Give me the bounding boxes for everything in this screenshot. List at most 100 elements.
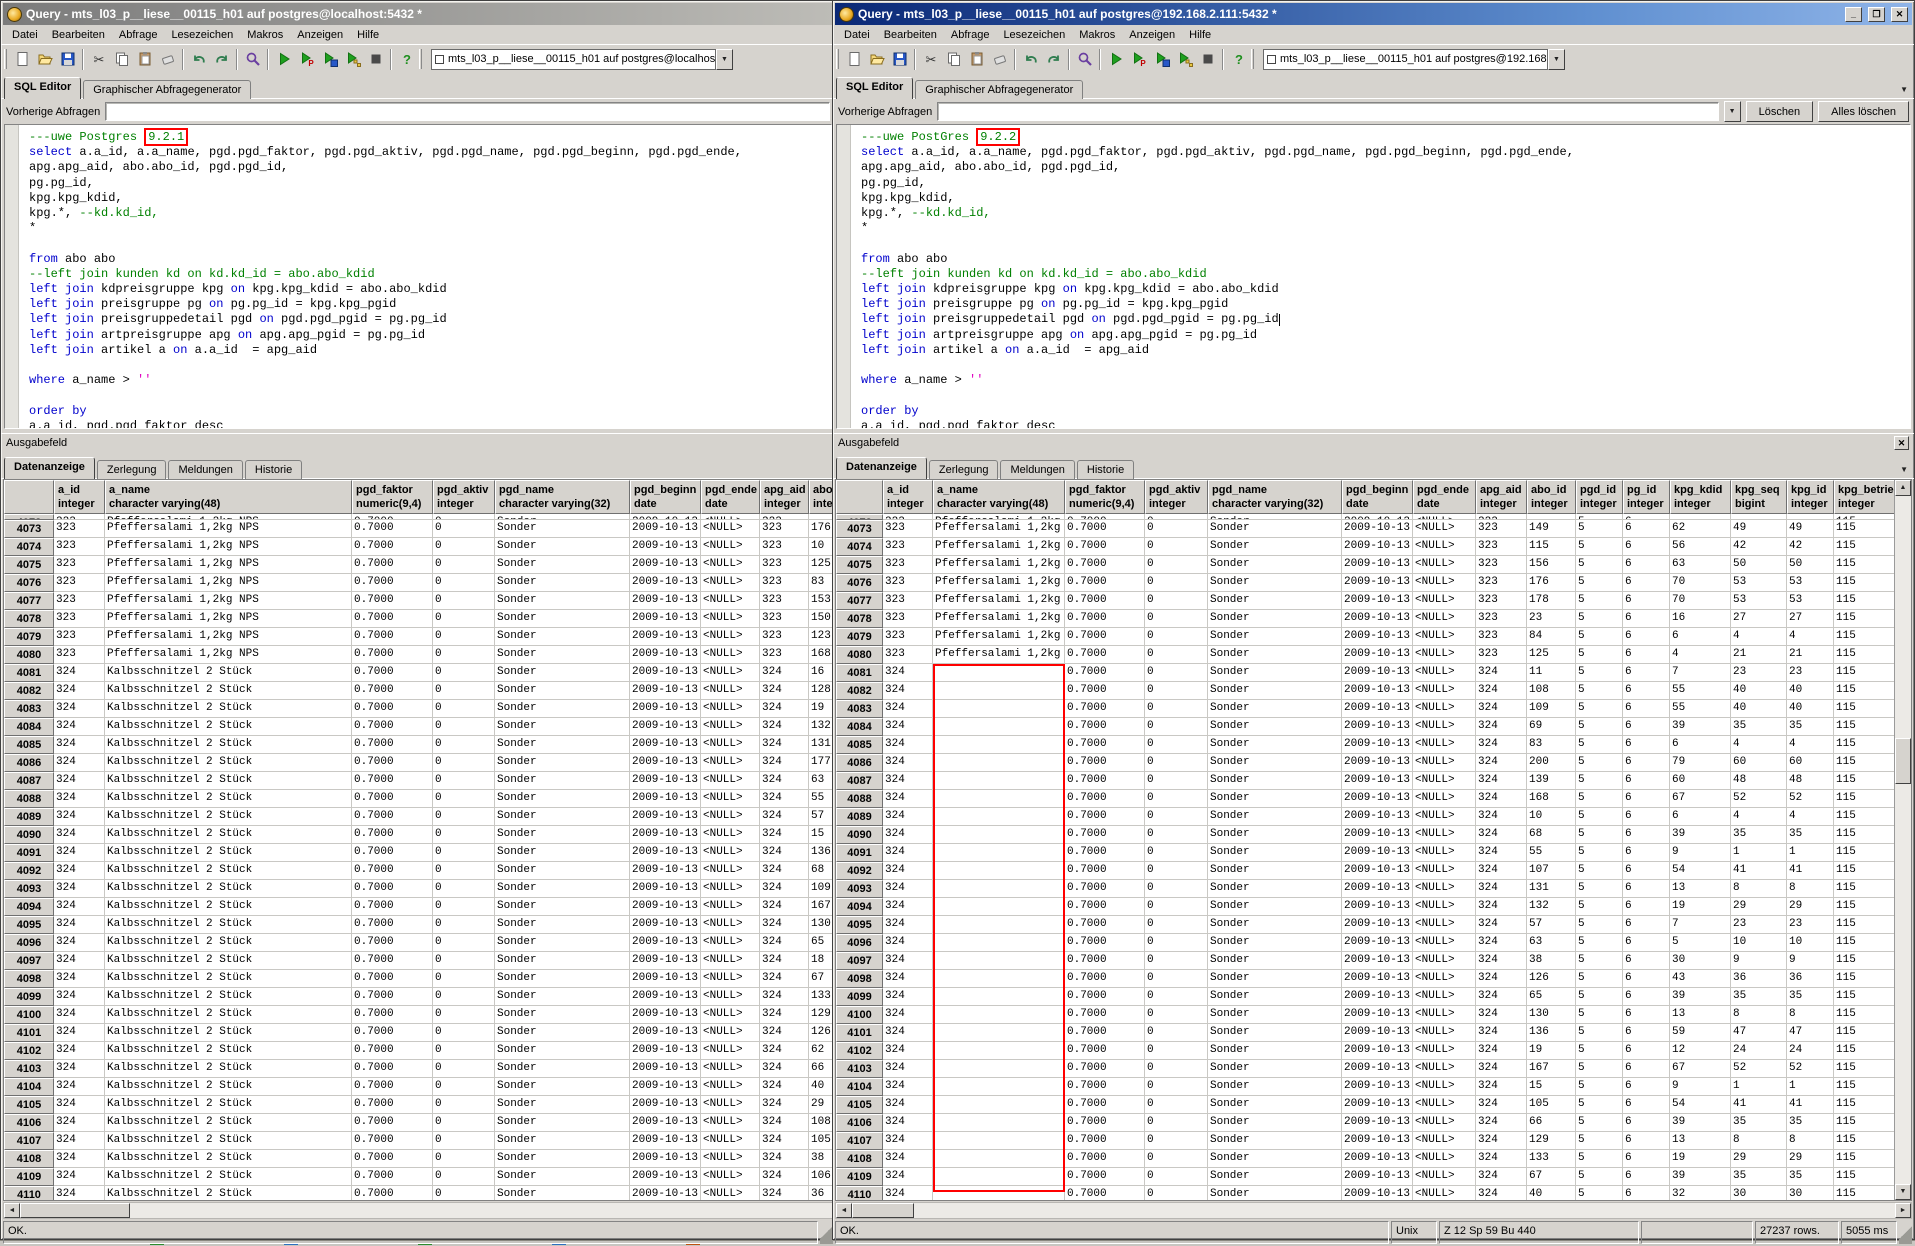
- cell-pgd_faktor[interactable]: 0.7000: [352, 826, 433, 844]
- cell-kpg_id[interactable]: 10: [1787, 934, 1834, 952]
- cell-a_name[interactable]: [933, 934, 1065, 952]
- cell-apg_aid[interactable]: 324: [1476, 700, 1527, 718]
- cell-a_id[interactable]: 324: [883, 808, 933, 826]
- cell-pgd_name[interactable]: Sonder: [495, 988, 630, 1006]
- cell-pgd_name[interactable]: Sonder: [1208, 1096, 1342, 1114]
- minimize-button[interactable]: _: [1845, 7, 1862, 22]
- tab-historie[interactable]: Historie: [1077, 460, 1134, 479]
- cell-kpg_kdid[interactable]: 6: [1670, 736, 1731, 754]
- previous-queries-dropdown-icon[interactable]: ▼: [1724, 101, 1741, 122]
- tab-meldungen[interactable]: Meldungen: [1000, 460, 1074, 479]
- cell-kpg_kdid[interactable]: 56: [1670, 538, 1731, 556]
- cell-pgd_ende[interactable]: <NULL>: [1413, 898, 1476, 916]
- cell-pgd_faktor[interactable]: 0.7000: [1065, 952, 1145, 970]
- cell-pgd_ende[interactable]: <NULL>: [1413, 808, 1476, 826]
- cell-abo_id[interactable]: 38: [1527, 952, 1576, 970]
- cell-abo_id[interactable]: 84: [1527, 628, 1576, 646]
- cell-a_name[interactable]: Kalbsschnitzel 2 Stück: [105, 808, 352, 826]
- cell-abo_id[interactable]: 131: [809, 736, 832, 754]
- cell-kpg_id[interactable]: 49: [1787, 520, 1834, 538]
- cell-kpg_kdid[interactable]: 59: [1670, 1024, 1731, 1042]
- undo-button[interactable]: [187, 48, 210, 71]
- cell-a_name[interactable]: [933, 790, 1065, 808]
- cell-pgd_ende[interactable]: <NULL>: [1413, 754, 1476, 772]
- cell-pgd_ende[interactable]: <NULL>: [1413, 1168, 1476, 1186]
- cell-pgd_ende[interactable]: <NULL>: [1413, 592, 1476, 610]
- cell-pgd_aktiv[interactable]: 0: [1145, 1060, 1208, 1078]
- cell-apg_aid[interactable]: 324: [1476, 970, 1527, 988]
- cell-pgd_name[interactable]: Sonder: [1208, 736, 1342, 754]
- cell-pgd_beginn[interactable]: 2009-10-13: [1342, 520, 1413, 538]
- cell-pg_id[interactable]: 6: [1623, 1186, 1670, 1201]
- output-close-icon[interactable]: ✕: [1894, 436, 1909, 450]
- cell-pgd_id[interactable]: 5: [1576, 1042, 1623, 1060]
- cell-a_name[interactable]: [933, 826, 1065, 844]
- cell-a_id[interactable]: 323: [883, 574, 933, 592]
- cell-kpg_seq[interactable]: 23: [1731, 664, 1787, 682]
- cell-pgd_aktiv[interactable]: 0: [1145, 538, 1208, 556]
- cell-a_id[interactable]: 323: [54, 520, 105, 538]
- cell-pgd_beginn[interactable]: 2009-10-13: [1342, 790, 1413, 808]
- cell-pgd_id[interactable]: 5: [1576, 1132, 1623, 1150]
- close-button[interactable]: ✕: [1891, 7, 1908, 22]
- cell-pgd_ende[interactable]: <NULL>: [701, 610, 760, 628]
- cell-a_id[interactable]: 324: [54, 826, 105, 844]
- cell-pgd_beginn[interactable]: 2009-10-13: [630, 592, 701, 610]
- cell-apg_aid[interactable]: 324: [1476, 808, 1527, 826]
- cell-kpg_kdid[interactable]: 7: [1670, 664, 1731, 682]
- cell-pgd_faktor[interactable]: 0.7000: [352, 934, 433, 952]
- cell-pgd_ende[interactable]: <NULL>: [701, 772, 760, 790]
- cell-pgd_faktor[interactable]: 0.7000: [1065, 520, 1145, 538]
- cell-pgd_name[interactable]: Sonder: [495, 1114, 630, 1132]
- cell-pgd_aktiv[interactable]: 0: [1145, 1024, 1208, 1042]
- cell-pgd_aktiv[interactable]: 0: [1145, 718, 1208, 736]
- cell-a_id[interactable]: 324: [883, 664, 933, 682]
- cell-pgd_id[interactable]: 5: [1576, 538, 1623, 556]
- cell-abo_id[interactable]: 83: [809, 574, 832, 592]
- cell-a_id[interactable]: 324: [883, 700, 933, 718]
- cell-a_name[interactable]: Pfeffersalami 1,2kg NPS: [933, 556, 1065, 574]
- cell-pg_id[interactable]: 6: [1623, 1168, 1670, 1186]
- cell-pgd_id[interactable]: 5: [1576, 898, 1623, 916]
- cell-pgd_beginn[interactable]: 2009-10-13: [630, 574, 701, 592]
- cell-a_id[interactable]: 323: [54, 574, 105, 592]
- cell-kpg_betrieb[interactable]: 115: [1834, 1132, 1902, 1150]
- menu-datei[interactable]: Datei: [837, 27, 877, 43]
- row-number[interactable]: 4083: [4, 700, 54, 718]
- cell-kpg_id[interactable]: 35: [1787, 1114, 1834, 1132]
- row-number[interactable]: 4094: [4, 898, 54, 916]
- row-number[interactable]: 4087: [836, 772, 883, 790]
- cell-apg_aid[interactable]: 324: [1476, 1150, 1527, 1168]
- cell-a_name[interactable]: Kalbsschnitzel 2 Stück: [105, 736, 352, 754]
- cell-apg_aid[interactable]: 323: [760, 556, 809, 574]
- cell-pgd_faktor[interactable]: 0.7000: [1065, 1060, 1145, 1078]
- cell-pgd_name[interactable]: Sonder: [1208, 574, 1342, 592]
- cell-pgd_aktiv[interactable]: 0: [1145, 520, 1208, 538]
- cell-a_name[interactable]: [933, 844, 1065, 862]
- cell-abo_id[interactable]: 62: [809, 1042, 832, 1060]
- cell-abo_id[interactable]: 107: [1527, 862, 1576, 880]
- cell-a_id[interactable]: 324: [54, 664, 105, 682]
- cell-pgd_ende[interactable]: <NULL>: [701, 1114, 760, 1132]
- cell-pgd_beginn[interactable]: 2009-10-13: [630, 1150, 701, 1168]
- löschen-button[interactable]: Löschen: [1746, 101, 1814, 122]
- cell-pg_id[interactable]: 6: [1623, 736, 1670, 754]
- cell-pgd_ende[interactable]: <NULL>: [1413, 664, 1476, 682]
- cell-pgd_faktor[interactable]: 0.7000: [1065, 1078, 1145, 1096]
- cell-pgd_faktor[interactable]: 0.7000: [1065, 646, 1145, 664]
- grid-corner[interactable]: [4, 480, 54, 514]
- row-number[interactable]: 4086: [836, 754, 883, 772]
- row-number[interactable]: 4097: [836, 952, 883, 970]
- cell-kpg_betrieb[interactable]: 115: [1834, 592, 1902, 610]
- cell-abo_id[interactable]: 133: [809, 988, 832, 1006]
- cell-pgd_beginn[interactable]: 2009-10-13: [630, 880, 701, 898]
- cell-pgd_beginn[interactable]: 2009-10-13: [630, 520, 701, 538]
- cell-pgd_ende[interactable]: <NULL>: [701, 988, 760, 1006]
- cell-pgd_name[interactable]: Sonder: [1208, 1006, 1342, 1024]
- cell-pgd_name[interactable]: Sonder: [495, 736, 630, 754]
- cell-kpg_seq[interactable]: 21: [1731, 646, 1787, 664]
- cell-kpg_kdid[interactable]: 5: [1670, 934, 1731, 952]
- cell-pgd_aktiv[interactable]: 0: [433, 1096, 495, 1114]
- cell-abo_id[interactable]: 115: [1527, 538, 1576, 556]
- cell-apg_aid[interactable]: 324: [1476, 754, 1527, 772]
